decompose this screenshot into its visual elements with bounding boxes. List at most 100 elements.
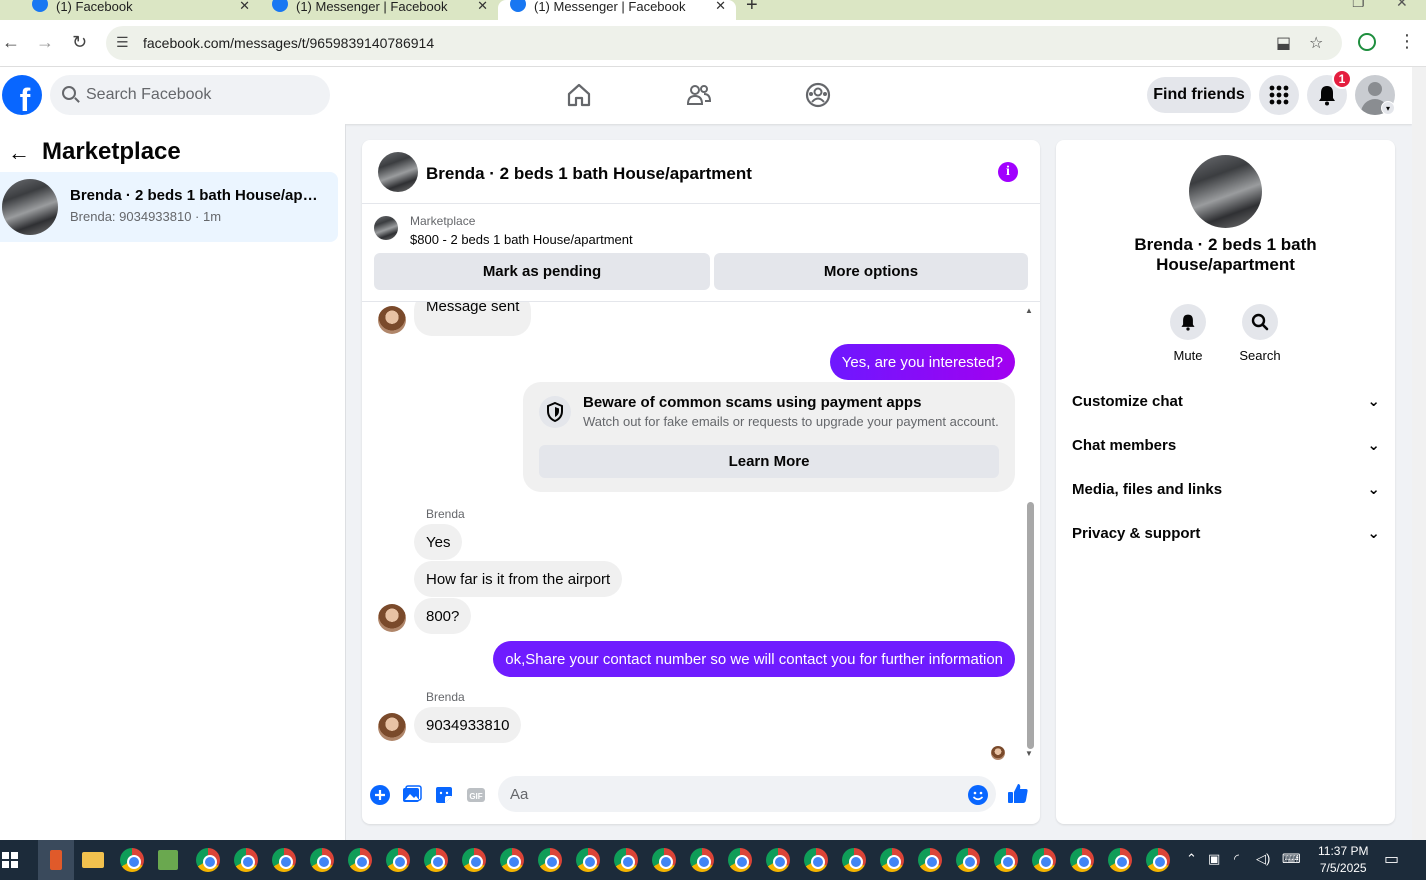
restore-window-icon[interactable]: ❐ [1352,0,1365,11]
chevron-down-icon[interactable]: ▾ [1381,101,1395,115]
chrome-profile-icon[interactable] [1108,848,1132,872]
chrome-profile-icon[interactable] [614,848,638,872]
message-bubble-sent[interactable]: Yes, are you interested? [829,344,1015,380]
sticker-icon[interactable] [433,784,455,806]
message-bubble[interactable]: Message sent [414,302,532,336]
system-clock[interactable]: 11:37 PM 7/5/2025 [1318,843,1368,877]
privacy-support-row[interactable]: Privacy & support ⌄ [1072,511,1380,555]
notification-center-icon[interactable]: ▭ [1384,849,1399,869]
gif-icon[interactable]: GIF [465,784,487,806]
chrome-profile-icon[interactable] [538,848,562,872]
message-bubble[interactable]: Yes [414,524,463,560]
chrome-icon[interactable] [196,848,220,872]
media-files-links-row[interactable]: Media, files and links ⌄ [1072,467,1380,511]
message-bubble[interactable]: 9034933810 [414,707,522,743]
chrome-profile-icon[interactable] [690,848,714,872]
attach-photo-icon[interactable] [401,784,423,806]
chat-members-row[interactable]: Chat members ⌄ [1072,423,1380,467]
info-icon[interactable]: i [998,162,1018,182]
chrome-profile-icon[interactable] [1032,848,1056,872]
spreadsheet-app-icon[interactable] [158,850,178,870]
close-tab-icon[interactable]: ✕ [239,0,250,14]
close-window-icon[interactable]: ✕ [1396,0,1408,11]
back-icon[interactable]: ← [2,32,20,53]
message-bubble[interactable]: How far is it from the airport [414,561,623,597]
chrome-profile-icon[interactable] [272,848,296,872]
chrome-profile-icon[interactable] [766,848,790,872]
customize-chat-row[interactable]: Customize chat ⌄ [1072,379,1380,423]
chrome-profile-icon[interactable] [386,848,410,872]
chrome-profile-icon[interactable] [576,848,600,872]
security-tray-icon[interactable]: ▣ [1208,851,1220,867]
search-box[interactable] [50,75,330,115]
install-app-icon[interactable]: ⬓ [1276,33,1291,53]
close-tab-icon[interactable]: ✕ [715,0,726,14]
chrome-icon[interactable] [120,848,144,872]
browser-tab[interactable]: (1) Facebook ✕ [20,0,260,20]
new-tab-icon[interactable]: + [746,0,758,17]
mark-as-pending-button[interactable]: Mark as pending [374,253,710,290]
mute-button[interactable]: Mute [1158,304,1218,363]
chrome-profile-icon[interactable] [462,848,486,872]
menu-grid-button[interactable] [1259,75,1299,115]
chat-title[interactable]: Brenda · 2 beds 1 bath House/apartment [426,164,752,184]
chrome-profile-icon[interactable] [918,848,942,872]
chrome-profile-icon[interactable] [1070,848,1094,872]
file-explorer-icon[interactable] [82,852,104,868]
message-input[interactable] [498,776,996,812]
scroll-down-icon[interactable]: ▼ [1025,749,1033,758]
thumbs-up-icon[interactable] [1007,782,1029,804]
chrome-profile-icon[interactable] [842,848,866,872]
url-text[interactable]: facebook.com/messages/t/9659839140786914 [143,35,434,51]
address-bar[interactable]: ☰ facebook.com/messages/t/96598391407869… [106,26,1342,60]
volume-icon[interactable]: ◁) [1256,851,1270,867]
chrome-profile-icon[interactable] [234,848,258,872]
more-actions-icon[interactable] [369,784,391,806]
browser-tab[interactable]: (1) Messenger | Facebook ✕ [260,0,498,20]
learn-more-button[interactable]: Learn More [539,445,999,478]
chrome-profile-icon[interactable] [728,848,752,872]
chrome-profile-icon[interactable] [500,848,524,872]
chrome-profile-icon[interactable] [956,848,980,872]
back-arrow-icon[interactable]: ← [8,140,30,166]
scroll-up-icon[interactable]: ▲ [1025,306,1033,315]
search-in-chat-button[interactable]: Search [1230,304,1290,363]
bookmark-star-icon[interactable]: ☆ [1309,33,1323,53]
show-hidden-icons-icon[interactable]: ⌃ [1186,851,1197,867]
chrome-profile-icon[interactable] [880,848,904,872]
page-scrollbar[interactable] [1412,67,1426,840]
chat-scrollbar[interactable] [1027,502,1034,749]
close-tab-icon[interactable]: ✕ [477,0,488,14]
chrome-profile-icon[interactable] [994,848,1018,872]
site-info-icon[interactable]: ☰ [116,34,129,51]
forward-icon[interactable]: → [36,32,54,53]
message-bubble-sent[interactable]: ok,Share your contact number so we will … [493,641,1015,677]
message-bubble[interactable]: 800? [414,598,472,634]
chrome-profile-icon[interactable] [1146,848,1170,872]
chrome-profile-icon[interactable] [424,848,448,872]
listing-info[interactable]: $800 - 2 beds 1 bath House/apartment [410,232,633,247]
search-input[interactable] [86,75,326,115]
keyboard-icon[interactable]: ⌨ [1282,851,1301,867]
windows-start-icon[interactable] [2,852,18,868]
pinned-app-active[interactable] [38,840,74,880]
emoji-icon[interactable] [967,784,989,806]
listing-thumbnail[interactable] [374,216,398,240]
browser-tab-active[interactable]: (1) Messenger | Facebook ✕ [498,0,736,20]
wifi-icon[interactable]: ◜ [1234,851,1239,867]
chrome-profile-icon[interactable] [348,848,372,872]
chrome-profile-icon[interactable] [652,848,676,872]
listing-thumbnail[interactable] [378,152,418,192]
friends-icon[interactable] [685,81,713,109]
groups-icon[interactable] [804,81,832,109]
chrome-profile-icon[interactable] [310,848,334,872]
listing-photo[interactable] [1189,155,1262,228]
conversation-item[interactable]: Brenda · 2 beds 1 bath House/apartment B… [0,172,338,242]
browser-menu-icon[interactable]: ⋮ [1398,31,1416,52]
reload-icon[interactable]: ↻ [72,32,87,53]
find-friends-button[interactable]: Find friends [1147,77,1251,113]
browser-profile-icon[interactable] [1358,33,1376,51]
facebook-logo-icon[interactable]: f [2,75,42,115]
more-options-button[interactable]: More options [714,253,1028,290]
home-icon[interactable] [565,81,593,109]
